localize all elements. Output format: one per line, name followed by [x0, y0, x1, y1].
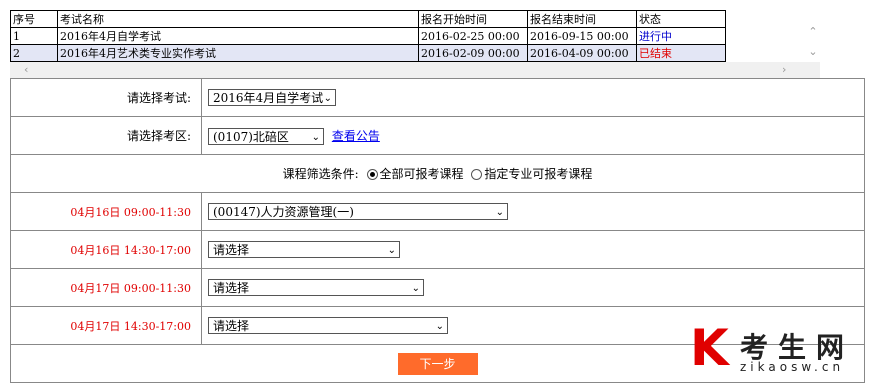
row-no: 2 [10, 44, 58, 62]
row-start: 2016-02-09 00:00 [418, 44, 528, 62]
status-closed: 已结束 [636, 44, 726, 62]
exam-label: 请选择考试: [10, 78, 202, 117]
filter-row: 课程筛选条件: 全部可报考课程 指定专业可报考课程 [10, 154, 865, 193]
exam-row: 请选择考试: 2016年4月自学考试 ⌄ [10, 78, 865, 117]
chevron-down-icon: ⌄ [311, 131, 320, 143]
next-step-button[interactable]: 下一步 [397, 352, 478, 375]
header-no: 序号 [10, 10, 58, 28]
exam-list-header: 序号 考试名称 报名开始时间 报名结束时间 状态 [10, 10, 726, 28]
header-start: 报名开始时间 [418, 10, 528, 28]
radio-all-courses[interactable] [366, 169, 378, 180]
exam-select[interactable]: 2016年4月自学考试 ⌄ [208, 89, 336, 106]
course-select-value: 请选择 [213, 243, 250, 257]
radio-major-courses[interactable] [471, 169, 483, 180]
session-row: 04月17日 09:00-11:30 请选择 ⌄ [10, 268, 865, 307]
header-status: 状态 [636, 10, 726, 28]
row-no: 1 [10, 27, 58, 45]
row-start: 2016-02-25 00:00 [418, 27, 528, 45]
vertical-scrollbar[interactable]: ⌃ ⌄ [805, 26, 821, 60]
course-select[interactable]: 请选择 ⌄ [208, 241, 400, 258]
status-open: 进行中 [636, 27, 726, 45]
watermark-domain: zikaosw.cn [740, 360, 845, 374]
area-label: 请选择考区: [10, 116, 202, 155]
exam-select-value: 2016年4月自学考试 [213, 91, 324, 105]
scroll-right-icon[interactable]: › [782, 64, 786, 76]
session-row: 04月16日 09:00-11:30 (00147)人力资源管理(一) ⌄ [10, 192, 865, 231]
radio-all-label[interactable]: 全部可报考课程 [380, 167, 464, 181]
area-select[interactable]: (0107)北碚区 ⌄ [208, 127, 324, 145]
radio-major-label[interactable]: 指定专业可报考课程 [484, 167, 592, 181]
row-name: 2016年4月自学考试 [57, 27, 419, 45]
exam-list-table: 序号 考试名称 报名开始时间 报名结束时间 状态 1 2016年4月自学考试 2… [10, 10, 726, 62]
course-select[interactable]: (00147)人力资源管理(一) ⌄ [208, 203, 508, 220]
area-row: 请选择考区: (0107)北碚区 ⌄ 查看公告 [10, 116, 865, 155]
session-time: 04月16日 14:30-17:00 [10, 230, 202, 269]
row-name: 2016年4月艺术类专业实作考试 [57, 44, 419, 62]
course-select[interactable]: 请选择 ⌄ [208, 317, 448, 334]
table-row[interactable]: 2 2016年4月艺术类专业实作考试 2016-02-09 00:00 2016… [10, 44, 726, 62]
chevron-down-icon: ⌄ [387, 245, 396, 256]
scroll-down-icon[interactable]: ⌄ [807, 46, 819, 58]
logo-k-icon: K [690, 319, 729, 377]
scroll-left-icon[interactable]: ‹ [24, 64, 28, 76]
watermark-logo: K 考生网 zikaosw.cn [690, 320, 870, 382]
horizontal-scrollbar[interactable]: ‹ › [10, 62, 820, 78]
scroll-up-icon[interactable]: ⌃ [807, 26, 819, 38]
chevron-down-icon: ⌄ [411, 283, 420, 294]
view-notice-link[interactable]: 查看公告 [332, 129, 380, 143]
session-time: 04月17日 09:00-11:30 [10, 268, 202, 307]
filter-label: 课程筛选条件: [282, 167, 359, 181]
area-select-value: (0107)北碚区 [213, 129, 289, 144]
chevron-down-icon: ⌄ [495, 207, 504, 218]
row-end: 2016-09-15 00:00 [527, 27, 637, 45]
course-select-value: 请选择 [213, 281, 250, 295]
session-time: 04月17日 14:30-17:00 [10, 306, 202, 345]
header-name: 考试名称 [57, 10, 419, 28]
course-select[interactable]: 请选择 ⌄ [208, 279, 424, 296]
chevron-down-icon: ⌄ [435, 321, 444, 332]
row-end: 2016-04-09 00:00 [527, 44, 637, 62]
session-time: 04月16日 09:00-11:30 [10, 192, 202, 231]
session-row: 04月16日 14:30-17:00 请选择 ⌄ [10, 230, 865, 269]
table-row[interactable]: 1 2016年4月自学考试 2016-02-25 00:00 2016-09-1… [10, 27, 726, 45]
header-end: 报名结束时间 [527, 10, 637, 28]
chevron-down-icon: ⌄ [323, 93, 332, 104]
course-select-value: 请选择 [213, 319, 250, 333]
course-select-value: (00147)人力资源管理(一) [213, 205, 354, 219]
